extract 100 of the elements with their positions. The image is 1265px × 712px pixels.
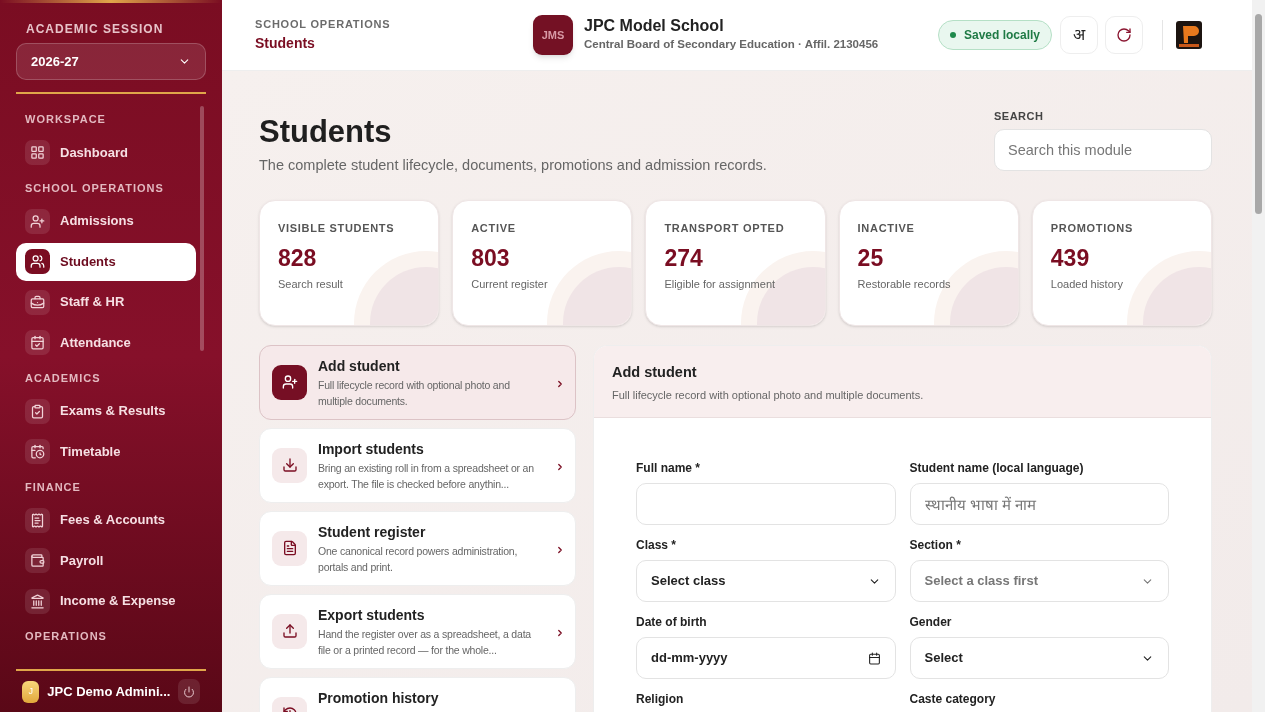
stat-value: 828 [278, 244, 318, 273]
nav-item[interactable]: Income & Expense [16, 582, 196, 620]
grid-icon [30, 145, 45, 160]
date-field[interactable]: dd-mm-yyyy [636, 637, 896, 679]
stat-label: TRANSPORT OPTED [664, 220, 786, 236]
search-field[interactable]: Search this module [994, 128, 1212, 171]
power-icon [183, 685, 196, 698]
calendar-icon [867, 651, 881, 665]
status-badge: Saved locally [937, 20, 1052, 50]
page-subtitle: The complete student lifecycle, documents, promotions and admission records. [259, 156, 767, 175]
action-card[interactable]: Add student Full lifecycle record with optional photo and multiple documents. [259, 344, 576, 420]
field-label: Date of birth [636, 614, 708, 631]
stat-label: VISIBLE STUDENTS [278, 220, 396, 236]
stat-label: ACTIVE [471, 220, 517, 236]
action-card[interactable]: Export students Hand the register over as a spreadsheet, a data file or a printed record — for the whole... [259, 593, 576, 669]
nav-item[interactable]: Timetable [16, 432, 196, 471]
refresh-icon [1116, 27, 1132, 43]
form-subtitle: Full lifecycle record with optional photo and multiple documents. [612, 387, 925, 403]
document-icon [281, 540, 298, 557]
brand-logo [1176, 21, 1202, 49]
session-select[interactable]: 2026-27 [16, 43, 206, 80]
user-name: JPC Demo Admini... [47, 682, 171, 701]
language-button[interactable]: अ [1060, 16, 1098, 54]
nav-item[interactable]: Fees & Accounts [16, 501, 196, 539]
section-label: OPERATIONS [24, 629, 108, 644]
section-label: ACADEMICS [24, 370, 102, 386]
stat-label: INACTIVE [857, 220, 916, 236]
action-description: Bring an existing roll in from a spreadsheet or an export. The file is checked before anythin... [318, 460, 535, 492]
action-card[interactable]: Student register One canonical record powers administration, portals and print. [259, 510, 576, 586]
action-title: Student register [318, 522, 427, 541]
action-description: One canonical record powers administration, portals and print. [318, 543, 519, 575]
stat-caption: Restorable records [857, 277, 952, 293]
stat-value: 803 [471, 244, 511, 273]
text-field[interactable] [636, 483, 896, 525]
chevron-icon [555, 544, 565, 555]
section-label: FINANCE [24, 479, 82, 495]
breadcrumb-current: Students [255, 33, 316, 53]
nav-item[interactable]: Admissions [16, 202, 196, 240]
power-button[interactable] [178, 679, 200, 704]
bank-icon [30, 593, 45, 609]
refresh-button[interactable] [1105, 16, 1143, 54]
field-label: Student name (local language) [909, 460, 1085, 477]
page-title: Students [259, 113, 393, 151]
search-label: SEARCH [994, 109, 1045, 124]
chevron-icon [555, 461, 565, 472]
nav-item[interactable]: Staff & HR [16, 283, 196, 321]
stat-value: 25 [857, 244, 885, 273]
action-title: Add student [318, 356, 401, 375]
upload-icon [281, 623, 298, 640]
stat-label: PROMOTIONS [1050, 220, 1134, 236]
stat-caption: Search result [278, 277, 344, 293]
scrollbar[interactable] [200, 106, 204, 351]
avatar: J [22, 680, 40, 703]
stat-caption: Current register [471, 277, 549, 293]
select-field[interactable]: Select [909, 637, 1169, 679]
wallet-icon [30, 553, 45, 568]
select-field[interactable]: Select class [636, 560, 896, 602]
school-logo: JMS [533, 15, 573, 55]
text-field[interactable]: स्थानीय भाषा में नाम [909, 483, 1169, 525]
calendar-icon [30, 444, 45, 459]
field-label: Section * [909, 537, 962, 554]
field-label: Gender [909, 614, 953, 631]
nav-item[interactable]: Attendance [16, 323, 196, 362]
receipt-icon [30, 512, 45, 528]
section-label: SCHOOL OPERATIONS [24, 180, 165, 196]
chevron-icon [555, 627, 565, 638]
action-card[interactable]: Promotion history [259, 676, 576, 712]
form-title: Add student [612, 362, 698, 382]
nav-item[interactable]: Students [16, 242, 196, 281]
stat-value: 439 [1050, 244, 1091, 273]
nav-item[interactable]: Exams & Results [16, 392, 196, 430]
school-name: JPC Model School [584, 16, 725, 37]
stat-caption: Loaded history [1050, 277, 1124, 293]
action-card[interactable]: Import students Bring an existing roll in from a spreadsheet or an export. The file is checked before anythin... [259, 427, 576, 503]
action-title: Export students [318, 605, 426, 624]
school-subtitle: Central Board of Secondary Education · Affil. 2130456 [584, 37, 879, 53]
user-plus-icon [281, 374, 298, 391]
briefcase-icon [30, 294, 45, 310]
nav-item[interactable]: Dashboard [16, 133, 196, 172]
clipboard-icon [30, 403, 45, 419]
field-label: Class * [636, 537, 678, 554]
field-label: Caste category [909, 691, 997, 708]
stat-value: 274 [664, 244, 704, 273]
breadcrumb-parent: SCHOOL OPERATIONS [255, 17, 392, 33]
stat-caption: Eligible for assignment [664, 277, 777, 293]
user-plus-icon [30, 213, 45, 229]
action-description: Full lifecycle record with optional photo and multiple documents. [318, 377, 511, 409]
section-label: ACADEMIC SESSION [25, 21, 165, 38]
users-icon [30, 254, 45, 269]
action-title: Promotion history [318, 688, 440, 707]
section-label: WORKSPACE [24, 112, 107, 127]
field-label: Religion [636, 691, 685, 708]
download-icon [281, 457, 298, 474]
calendar-check-icon [30, 335, 45, 350]
action-description: Hand the register over as a spreadsheet, a data file or a printed record — for the whole... [318, 626, 532, 658]
scrollbar[interactable] [1252, 0, 1265, 712]
field-label: Full name * [636, 460, 701, 477]
action-title: Import students [318, 439, 425, 458]
chevron-icon [555, 378, 565, 389]
nav-item[interactable]: Payroll [16, 541, 196, 580]
